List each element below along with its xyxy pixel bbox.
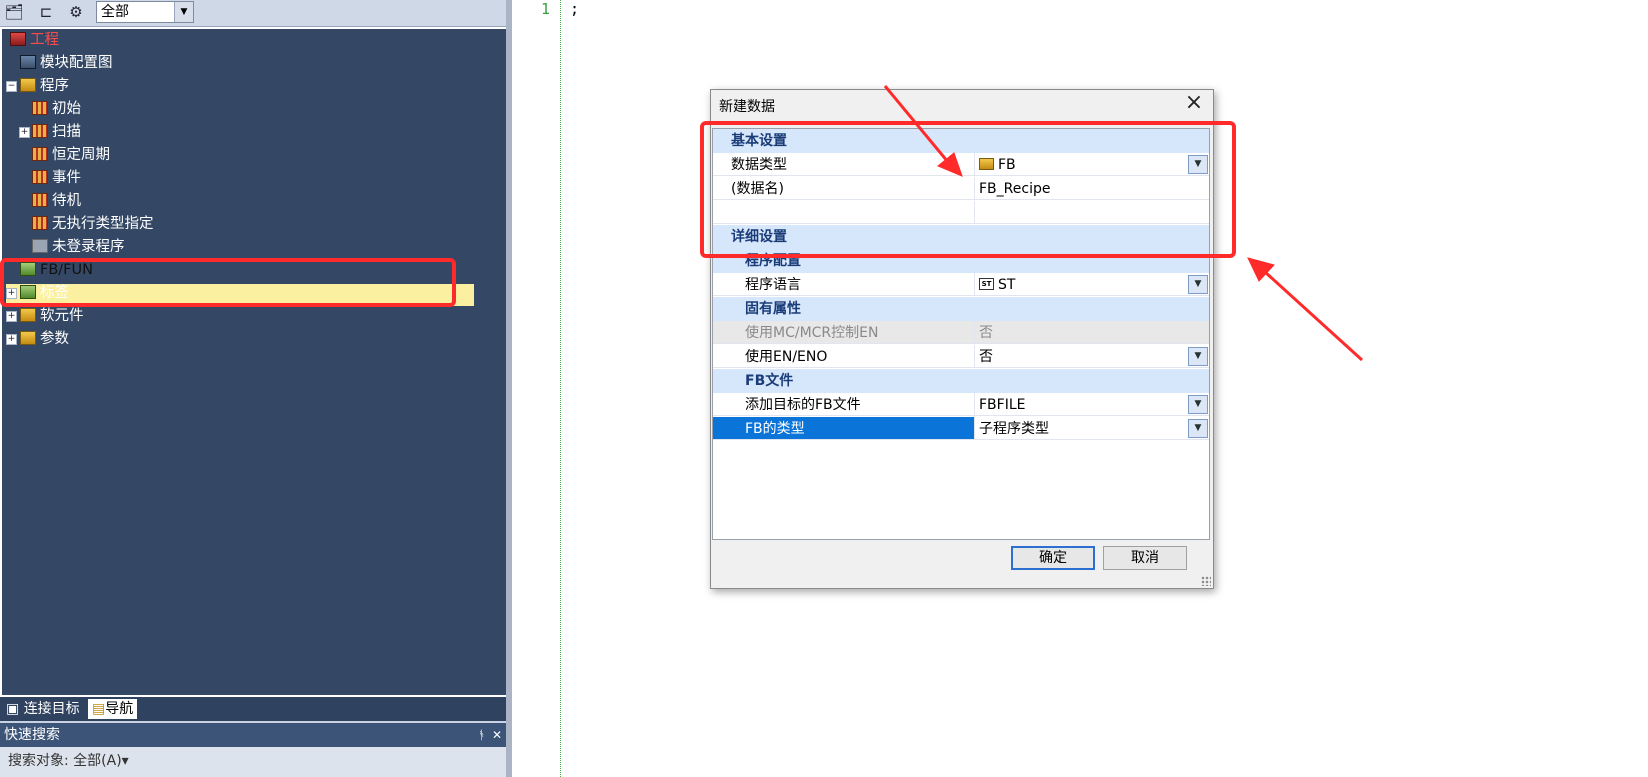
project-tree: 工程 模块配置图 − 程序 初始 + 扫描 恒定周期 事件 待机 无执行类型指定…	[0, 27, 526, 697]
tree-view-icon[interactable]: 🗂	[2, 1, 26, 23]
empty-cell	[713, 201, 975, 224]
fb-type-label: FB的类型	[713, 417, 975, 440]
expand-icon[interactable]: +	[6, 311, 17, 322]
tree-item-fixed-cycle[interactable]: 恒定周期	[32, 144, 110, 166]
pin-icon[interactable]: ᚬ	[478, 723, 485, 747]
label-icon	[20, 285, 36, 299]
data-name-label: (数据名)	[713, 177, 975, 200]
chevron-down-icon[interactable]: ▼	[1188, 395, 1208, 414]
navigation-panel: 🗂 ⊏ ⚙ 全部 ▼ 工程 模块配置图 − 程序 初始 + 扫描 恒定周期 事件…	[0, 0, 530, 777]
fb-folder-icon	[979, 158, 994, 170]
device-icon	[20, 308, 36, 322]
module-config-icon	[20, 55, 36, 69]
row-data-type[interactable]: 数据类型 FB ▼	[713, 153, 1209, 177]
gear-icon[interactable]: ⚙	[64, 1, 88, 23]
scope-select-value: 全部	[101, 4, 129, 20]
scope-select[interactable]: 全部 ▼	[96, 1, 194, 23]
tree-item-event[interactable]: 事件	[32, 167, 81, 189]
expand-icon[interactable]: +	[19, 127, 30, 138]
row-program-language[interactable]: 程序语言 ST ST ▼	[713, 273, 1209, 297]
parameter-icon	[20, 331, 36, 345]
chevron-down-icon[interactable]: ▼	[1188, 419, 1208, 438]
data-type-value[interactable]: FB ▼	[975, 153, 1209, 176]
row-use-mc-mcr: 使用MC/MCR控制EN 否	[713, 321, 1209, 345]
chevron-down-icon[interactable]: ▼	[174, 2, 193, 22]
panel-tabs: ▣ 连接目标 ▤导航	[0, 697, 530, 721]
use-mc-mcr-value: 否	[975, 321, 1209, 344]
tree-item-devices[interactable]: + 软元件	[6, 305, 84, 327]
program-icon	[32, 147, 48, 161]
project-icon	[10, 32, 26, 46]
quick-search-header: 快速搜索 ᚬ ✕	[0, 723, 506, 747]
tree-item-project[interactable]: 工程	[10, 29, 59, 51]
list-view-icon[interactable]: ⊏	[34, 1, 58, 23]
line-number-gutter: 1	[512, 0, 561, 777]
data-name-input[interactable]: FB_Recipe	[975, 177, 1209, 200]
ok-button[interactable]: 确定	[1011, 546, 1095, 570]
add-target-fb-file-label: 添加目标的FB文件	[713, 393, 975, 416]
search-target-selector[interactable]: 搜索对象: 全部(A)▾	[0, 747, 506, 777]
empty-cell	[975, 201, 1209, 224]
navigation-icon: ▤	[92, 701, 106, 717]
connection-icon: ▣	[6, 701, 20, 717]
program-icon	[32, 216, 48, 230]
category-detail-settings[interactable]: 详细设置	[713, 225, 1209, 249]
data-type-label: 数据类型	[713, 153, 975, 176]
code-line[interactable]: ;	[570, 0, 579, 18]
unregistered-program-icon	[32, 239, 48, 253]
cancel-button[interactable]: 取消	[1103, 546, 1187, 570]
tree-item-unregistered[interactable]: 未登录程序	[32, 236, 125, 258]
add-target-fb-file-value[interactable]: FBFILE ▼	[975, 393, 1209, 416]
row-empty	[713, 201, 1209, 225]
tree-item-scan[interactable]: + 扫描	[19, 121, 81, 143]
tree-item-module-config[interactable]: 模块配置图	[20, 52, 113, 74]
category-fb-file[interactable]: FB文件	[713, 369, 1209, 393]
program-language-label: 程序语言	[713, 273, 975, 296]
quick-search-title: 快速搜索	[4, 727, 60, 743]
fb-fun-icon	[20, 262, 36, 276]
dialog-title: 新建数据	[719, 99, 775, 115]
chevron-down-icon[interactable]: ▼	[1188, 155, 1208, 174]
resize-grip[interactable]	[1201, 576, 1211, 586]
category-basic-settings[interactable]: 基本设置	[713, 129, 1209, 153]
row-add-target-fb-file[interactable]: 添加目标的FB文件 FBFILE ▼	[713, 393, 1209, 417]
tree-item-fb-fun[interactable]: FB/FUN	[20, 259, 93, 281]
tree-item-program[interactable]: − 程序	[6, 75, 69, 97]
expand-icon[interactable]: +	[6, 334, 17, 345]
program-icon	[32, 101, 48, 115]
use-en-eno-label: 使用EN/ENO	[713, 345, 975, 368]
tree-item-no-exec-type[interactable]: 无执行类型指定	[32, 213, 154, 235]
row-fb-type[interactable]: FB的类型 子程序类型 ▼	[713, 417, 1209, 441]
collapse-icon[interactable]: −	[6, 81, 17, 92]
tab-connection-target[interactable]: ▣ 连接目标	[2, 699, 84, 719]
tree-item-initial[interactable]: 初始	[32, 98, 81, 120]
line-number: 1	[540, 0, 550, 18]
fb-type-value[interactable]: 子程序类型 ▼	[975, 417, 1209, 440]
close-icon[interactable]: ×	[1181, 92, 1207, 116]
category-program-config[interactable]: 程序配置	[713, 249, 1209, 273]
close-icon[interactable]: ✕	[492, 723, 502, 747]
tree-item-standby[interactable]: 待机	[32, 190, 81, 212]
row-use-en-eno[interactable]: 使用EN/ENO 否 ▼	[713, 345, 1209, 369]
program-icon	[32, 124, 48, 138]
folder-icon	[20, 78, 36, 92]
st-language-icon: ST	[979, 278, 994, 290]
property-grid: 基本设置 数据类型 FB ▼ (数据名) FB_Recipe 详细设置 程序配置…	[712, 128, 1210, 540]
row-data-name[interactable]: (数据名) FB_Recipe	[713, 177, 1209, 201]
use-mc-mcr-label: 使用MC/MCR控制EN	[713, 321, 975, 344]
program-icon	[32, 193, 48, 207]
category-inherent-props[interactable]: 固有属性	[713, 297, 1209, 321]
use-en-eno-value[interactable]: 否 ▼	[975, 345, 1209, 368]
tree-highlight-row	[6, 284, 474, 306]
tree-item-parameters[interactable]: + 参数	[6, 328, 69, 350]
chevron-down-icon[interactable]: ▼	[1188, 275, 1208, 294]
chevron-down-icon[interactable]: ▼	[1188, 347, 1208, 366]
navigation-toolbar: 🗂 ⊏ ⚙ 全部 ▼	[0, 0, 530, 27]
new-data-dialog: 新建数据 × 基本设置 数据类型 FB ▼ (数据名) FB_Recipe 详细…	[710, 89, 1214, 589]
tree-item-labels[interactable]: + 标签	[6, 282, 69, 304]
expand-icon[interactable]: +	[6, 288, 17, 299]
tab-navigation[interactable]: ▤导航	[88, 699, 138, 719]
program-icon	[32, 170, 48, 184]
program-language-value[interactable]: ST ST ▼	[975, 273, 1209, 296]
